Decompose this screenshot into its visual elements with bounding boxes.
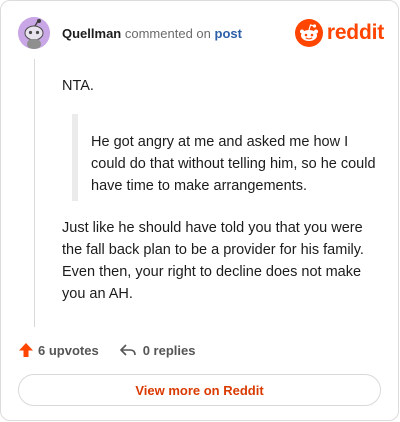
comment-actions: 6 upvotes 0 replies [18,340,195,360]
upvote-button[interactable]: 6 upvotes [18,342,99,358]
quote-bar [72,114,78,201]
snoo-avatar-icon[interactable] [18,17,50,49]
upvote-count: 6 upvotes [38,342,99,358]
commented-on-text: commented on [124,26,211,41]
reddit-logo-icon [294,19,323,47]
upvote-arrow-icon [19,343,33,357]
reply-button[interactable]: 0 replies [119,342,196,358]
quoted-text: He got angry at me and asked me how I co… [91,134,376,194]
reddit-wordmark: reddit [326,21,384,44]
comment-paragraph: Just like he should have told you that y… [62,220,364,302]
view-more-button[interactable]: View more on Reddit [18,374,381,406]
comment-embed-card: Quellman commented on post reddit NTA. H… [0,0,399,421]
comment-meta: Quellman commented on post [62,26,242,42]
comment-paragraph: NTA. [62,78,94,94]
reply-arrow-icon [119,344,136,356]
comment-header: Quellman commented on post reddit [18,17,384,49]
author-name[interactable]: Quellman [62,26,121,41]
post-link[interactable]: post [215,26,242,41]
thread-line [34,59,35,327]
reply-count: 0 replies [142,342,196,358]
reddit-logo[interactable]: reddit [294,19,384,47]
